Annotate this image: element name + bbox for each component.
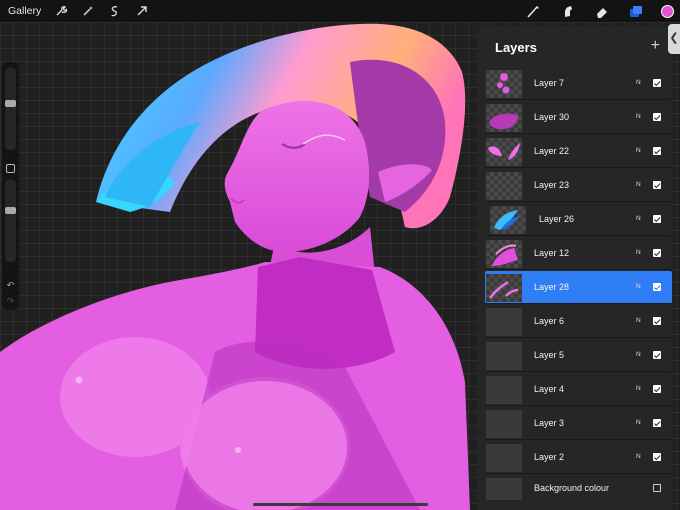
layer-name: Layer 5 xyxy=(534,350,565,360)
layer-name: Layer 12 xyxy=(534,248,570,258)
opacity-slider[interactable] xyxy=(5,180,16,262)
layer-name: Layer 6 xyxy=(534,316,565,326)
layer-row[interactable]: Layer 30 N xyxy=(485,101,672,134)
visibility-checkbox[interactable] xyxy=(653,419,661,427)
layer-name: Layer 26 xyxy=(539,214,575,224)
blend-mode-button[interactable]: N xyxy=(636,317,641,324)
blend-mode-button[interactable]: N xyxy=(636,147,641,154)
visibility-checkbox[interactable] xyxy=(653,453,661,461)
home-indicator xyxy=(253,503,428,506)
brush-icon[interactable] xyxy=(525,3,541,19)
layer-row[interactable]: Layer 28 N xyxy=(485,271,672,304)
visibility-checkbox[interactable] xyxy=(653,181,661,189)
layer-row[interactable]: Layer 7 N xyxy=(485,67,672,100)
layer-thumbnail[interactable] xyxy=(486,308,522,336)
blend-mode-button[interactable]: N xyxy=(636,419,641,426)
layer-row[interactable]: Layer 23 N xyxy=(485,169,672,202)
layer-row[interactable]: Layer 12 N xyxy=(485,237,672,270)
layers-panel-title: Layers xyxy=(495,40,537,55)
visibility-checkbox[interactable] xyxy=(653,113,661,121)
layers-panel-header: Layers + xyxy=(477,26,671,66)
layer-thumbnail[interactable] xyxy=(486,104,522,132)
layer-name: Layer 4 xyxy=(534,384,565,394)
layer-name: Layer 3 xyxy=(534,418,565,428)
layer-row[interactable]: Layer 22 N xyxy=(485,135,672,168)
visibility-checkbox[interactable] xyxy=(653,317,661,325)
eraser-icon[interactable] xyxy=(593,3,609,19)
background-colour-row[interactable]: Background colour xyxy=(485,475,672,508)
layer-row[interactable]: Layer 3 N xyxy=(485,407,672,440)
layer-name: Layer 22 xyxy=(534,146,570,156)
layer-row[interactable]: Layer 4 N xyxy=(485,373,672,406)
layer-name: Layer 23 xyxy=(534,180,570,190)
blend-mode-button[interactable]: N xyxy=(636,113,641,120)
layer-thumbnail[interactable] xyxy=(486,342,522,370)
layer-thumbnail[interactable] xyxy=(486,410,522,438)
visibility-checkbox[interactable] xyxy=(653,249,661,257)
collapse-panel-tab[interactable]: ❮ xyxy=(668,24,680,54)
opacity-thumb[interactable] xyxy=(5,207,16,214)
blend-mode-button[interactable]: N xyxy=(636,181,641,188)
layer-thumbnail[interactable] xyxy=(486,274,522,302)
visibility-checkbox[interactable] xyxy=(653,147,661,155)
blend-mode-button[interactable]: N xyxy=(636,215,641,222)
blend-mode-button[interactable]: N xyxy=(636,453,641,460)
blend-mode-button[interactable]: N xyxy=(636,283,641,290)
layer-thumbnail[interactable] xyxy=(490,206,526,234)
visibility-checkbox[interactable] xyxy=(653,351,661,359)
brush-size-thumb[interactable] xyxy=(5,100,16,108)
layer-thumbnail[interactable] xyxy=(486,70,522,98)
visibility-checkbox[interactable] xyxy=(653,385,661,393)
layer-row[interactable]: Layer 26 N xyxy=(485,203,672,236)
top-toolbar: Gallery xyxy=(0,0,680,22)
visibility-checkbox[interactable] xyxy=(653,215,661,223)
smudge-icon[interactable] xyxy=(559,3,575,19)
blend-mode-button[interactable]: N xyxy=(636,79,641,86)
layer-name: Layer 2 xyxy=(534,452,565,462)
undo-icon[interactable]: ↶ xyxy=(5,280,16,291)
visibility-checkbox[interactable] xyxy=(653,79,661,87)
add-layer-button[interactable]: + xyxy=(651,37,660,55)
layer-row[interactable]: Layer 5 N xyxy=(485,339,672,372)
brush-size-slider[interactable] xyxy=(5,68,16,150)
modify-button[interactable] xyxy=(6,164,15,173)
layer-thumbnail[interactable] xyxy=(486,444,522,472)
layers-icon[interactable] xyxy=(627,3,643,19)
blend-mode-button[interactable]: N xyxy=(636,385,641,392)
layer-name: Layer 7 xyxy=(534,78,565,88)
layer-thumbnail[interactable] xyxy=(486,138,522,166)
layers-panel: Layers + Layer 7 N Layer 30 N Layer 22 N Layer… xyxy=(477,26,672,510)
background-colour-thumbnail[interactable] xyxy=(486,478,522,500)
blend-mode-button[interactable]: N xyxy=(636,249,641,256)
layer-thumbnail[interactable] xyxy=(486,172,522,200)
gallery-button[interactable]: Gallery xyxy=(8,5,41,17)
magic-wand-icon[interactable] xyxy=(81,4,95,18)
layer-row[interactable]: Layer 2 N xyxy=(485,441,672,474)
blend-mode-button[interactable]: N xyxy=(636,351,641,358)
layer-name: Layer 30 xyxy=(534,112,570,122)
selection-icon[interactable] xyxy=(108,4,122,18)
visibility-checkbox[interactable] xyxy=(653,484,661,492)
wrench-icon[interactable] xyxy=(54,4,68,18)
layer-thumbnail[interactable] xyxy=(486,240,522,268)
layer-name: Layer 28 xyxy=(534,282,570,292)
background-colour-label: Background colour xyxy=(534,483,610,493)
layer-thumbnail[interactable] xyxy=(486,376,522,404)
redo-icon[interactable]: ↷ xyxy=(5,296,16,307)
layer-row[interactable]: Layer 6 N xyxy=(485,305,672,338)
left-sidebar: ↶ ↷ xyxy=(2,62,19,310)
color-swatch[interactable] xyxy=(661,4,674,18)
transform-arrow-icon[interactable] xyxy=(135,4,149,18)
visibility-checkbox[interactable] xyxy=(653,283,661,291)
